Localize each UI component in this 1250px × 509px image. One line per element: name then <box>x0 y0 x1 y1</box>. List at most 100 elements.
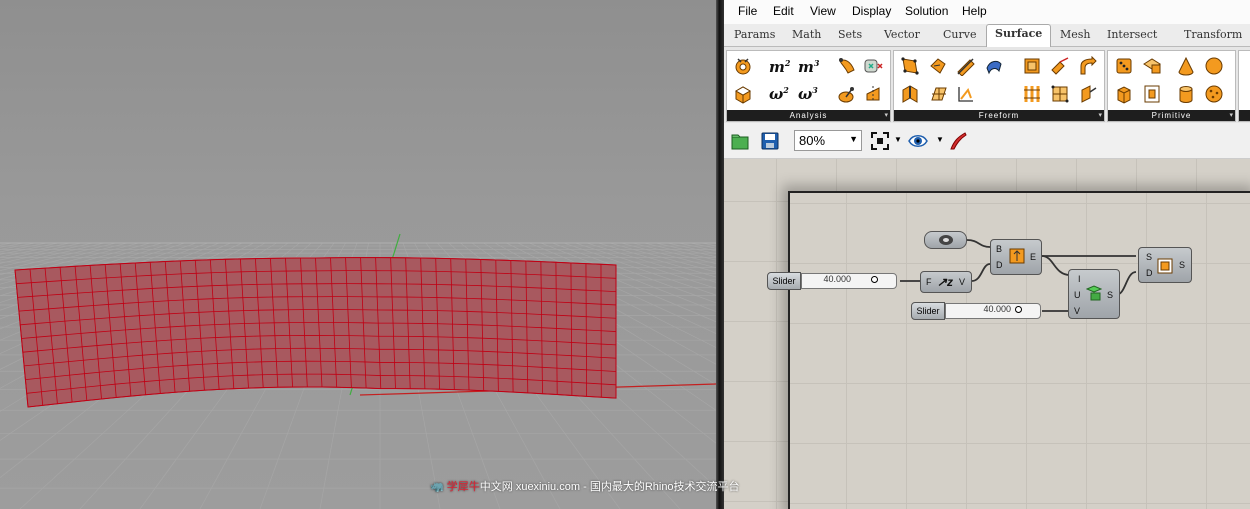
tab-vector[interactable]: Vector <box>884 28 920 41</box>
watermark: 🦏 学犀牛中文网 xuexiniu.com - 国内最大的Rhino技术交流平台 <box>430 478 740 494</box>
slider-value: 40.000 <box>823 274 851 284</box>
output-pin-s[interactable]: S <box>1107 290 1113 300</box>
input-pin-f[interactable]: F <box>926 277 932 287</box>
tab-params[interactable]: Params <box>734 28 775 41</box>
expand-icon[interactable]: ▾ <box>1098 110 1102 121</box>
expand-icon[interactable]: ▾ <box>1229 110 1233 121</box>
area-m2-icon[interactable]: m2 <box>769 58 790 76</box>
divide-surface-component[interactable]: I U V S <box>1068 269 1120 319</box>
wire-layer <box>900 239 1137 312</box>
curve-param-icon <box>939 235 953 245</box>
surface-from-points-icon[interactable] <box>1078 55 1098 76</box>
box-2pt-icon[interactable] <box>1114 84 1134 104</box>
boundary-surface-icon[interactable] <box>928 56 948 76</box>
save-file-icon[interactable] <box>760 131 780 151</box>
slider-knob[interactable] <box>871 276 878 283</box>
tab-surface[interactable]: Surface <box>986 24 1052 48</box>
plane-surface-icon[interactable] <box>1142 56 1162 76</box>
chevron-down-icon[interactable]: ▼ <box>936 135 944 144</box>
grid-surface-icon[interactable] <box>1050 84 1070 104</box>
tab-mesh[interactable]: Mesh <box>1060 28 1091 41</box>
fourpoint-surface-icon[interactable] <box>900 56 920 76</box>
grid-line <box>632 242 716 265</box>
surface-point-icon[interactable] <box>837 84 857 104</box>
output-pin-e[interactable]: E <box>1030 252 1036 262</box>
rail-revolve-icon[interactable] <box>1022 84 1042 104</box>
sweep-icon[interactable] <box>956 56 976 77</box>
bounding-box-icon[interactable] <box>1142 84 1162 104</box>
panel-analysis: m2 m3 ω2 ω3 Analysis ▾ <box>726 50 891 122</box>
pipe-icon[interactable] <box>1050 56 1070 76</box>
menu-solution[interactable]: Solution <box>905 4 948 18</box>
zoom-extents-icon[interactable] <box>870 131 890 151</box>
tab-sets[interactable]: Sets <box>838 28 862 41</box>
input-pin-d[interactable]: D <box>996 260 1003 270</box>
input-pin-b[interactable]: B <box>996 244 1002 254</box>
volume-m3-icon[interactable]: m3 <box>798 58 819 76</box>
extrude-icon[interactable] <box>1022 56 1042 76</box>
mass-icon[interactable] <box>733 56 753 76</box>
volume-moments-icon[interactable]: ω3 <box>798 85 818 103</box>
expand-icon[interactable]: ▾ <box>884 110 888 121</box>
output-pin-v[interactable]: V <box>959 277 965 287</box>
preview-eye-icon[interactable] <box>908 131 928 151</box>
menu-view[interactable]: View <box>810 4 836 18</box>
input-pin-v[interactable]: V <box>1074 306 1080 316</box>
menu-display[interactable]: Display <box>852 4 891 18</box>
extrude-component[interactable]: B D E <box>990 239 1042 275</box>
output-pin-s[interactable]: S <box>1179 260 1185 270</box>
rhino-viewport[interactable] <box>0 0 716 509</box>
watermark-brand: 学犀牛 <box>446 481 480 493</box>
panel-freeform: Freeform ▾ <box>893 50 1105 122</box>
surface-param-component[interactable]: S D S <box>1138 247 1192 283</box>
fragment-icon[interactable] <box>928 84 948 104</box>
sketch-pen-icon[interactable] <box>948 131 968 151</box>
input-pin-d[interactable]: D <box>1146 268 1153 278</box>
tab-intersect[interactable]: Intersect <box>1107 28 1157 41</box>
open-file-icon[interactable] <box>730 131 750 151</box>
watermark-tagline: - 国内最大的Rhino技术交流平台 <box>583 481 740 493</box>
tab-math[interactable]: Math <box>792 28 821 41</box>
grid-line <box>0 242 1 244</box>
watermark-logo-icon: 🦏 <box>430 481 444 493</box>
loft-icon[interactable] <box>984 56 1004 76</box>
slider-label: Slider <box>911 302 945 320</box>
bumpy-sphere-icon[interactable] <box>1204 84 1224 104</box>
panel-primitive: Primitive ▾ <box>1107 50 1236 122</box>
menu-help[interactable]: Help <box>962 4 987 18</box>
slider-value: 40.000 <box>983 304 1011 314</box>
grid-line <box>678 242 716 252</box>
tab-curve[interactable]: Curve <box>943 28 976 41</box>
extruded-surface-mesh[interactable] <box>14 257 617 408</box>
evaluate-icon[interactable] <box>837 56 857 76</box>
input-pin-i[interactable]: I <box>1078 274 1081 284</box>
watermark-site: 中文网 xuexiniu.com <box>479 481 581 493</box>
menu-file[interactable]: File <box>738 4 757 18</box>
area-moments-icon[interactable]: ω2 <box>769 85 789 103</box>
sphere-icon[interactable] <box>1204 56 1224 76</box>
grid-line <box>655 242 716 258</box>
input-pin-u[interactable]: U <box>1074 290 1081 300</box>
panel-overflow-label <box>1239 110 1250 121</box>
input-pin-s[interactable]: S <box>1146 252 1152 262</box>
extrude-icon <box>1009 248 1025 264</box>
box-icon[interactable] <box>733 84 753 104</box>
dice-icon[interactable] <box>1114 56 1134 76</box>
unit-z-component[interactable]: F ↗z V <box>920 271 972 293</box>
tab-transform[interactable]: Transform <box>1184 28 1242 41</box>
slider-knob[interactable] <box>1015 306 1022 313</box>
cone-icon[interactable] <box>1176 56 1196 76</box>
curve-param-component[interactable] <box>924 231 967 249</box>
zoom-dropdown[interactable]: 80% ▼ <box>794 130 862 151</box>
perspective-view <box>0 233 716 509</box>
dimensions-icon[interactable] <box>863 56 883 76</box>
window-splitter[interactable] <box>716 0 724 509</box>
brep-edges-icon[interactable] <box>863 84 883 104</box>
sum-surface-icon[interactable] <box>956 84 976 104</box>
chevron-down-icon[interactable]: ▼ <box>894 135 902 144</box>
network-surface-icon[interactable] <box>900 84 920 104</box>
menu-edit[interactable]: Edit <box>773 4 794 18</box>
extrude-point-icon[interactable] <box>1078 84 1098 104</box>
grasshopper-canvas[interactable]: B D E F ↗z V I U V S S D S Slider 40.000… <box>724 159 1250 509</box>
cylinder-icon[interactable] <box>1176 84 1196 104</box>
